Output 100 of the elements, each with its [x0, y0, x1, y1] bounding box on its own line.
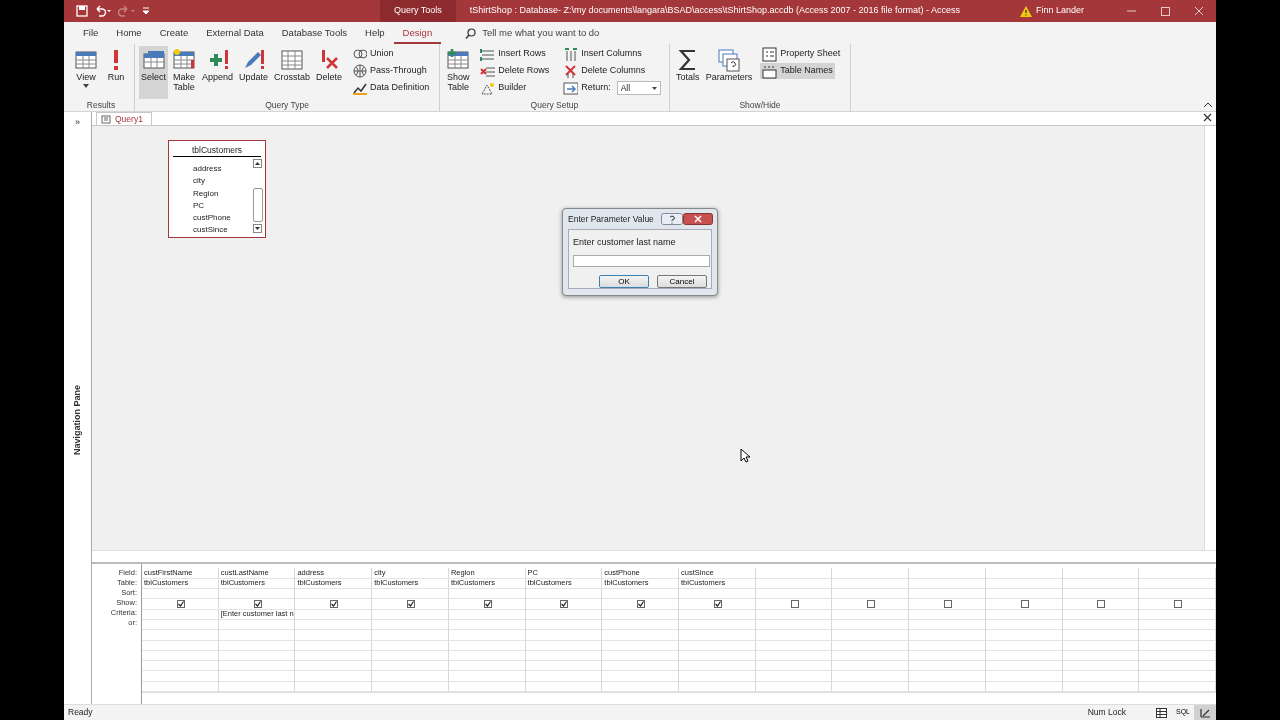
grid-cell[interactable] [909, 578, 986, 590]
grid-cell[interactable] [832, 640, 910, 651]
grid-cell[interactable] [909, 609, 986, 620]
grid-cell[interactable] [832, 589, 910, 600]
grid-cell[interactable] [295, 661, 373, 672]
grid-cell[interactable] [372, 661, 449, 672]
navigation-pane-label[interactable]: Navigation Pane [70, 384, 85, 455]
tell-me-field[interactable]: Tell me what you want to do [482, 25, 600, 41]
grid-cell[interactable] [1062, 578, 1140, 590]
show-checkbox[interactable] [1020, 599, 1029, 608]
show-checkbox[interactable] [790, 599, 799, 608]
grid-cell[interactable] [295, 630, 373, 641]
warning-icon[interactable] [1019, 5, 1032, 17]
scroll-thumb[interactable] [253, 188, 263, 222]
grid-cell[interactable] [602, 671, 680, 682]
show-checkbox[interactable] [560, 599, 569, 608]
expand-button[interactable]: » [75, 116, 80, 130]
grid-cell[interactable] [909, 568, 986, 579]
grid-cell[interactable] [372, 671, 449, 682]
ribbon-button[interactable]: Table Names [760, 63, 835, 79]
document-tab[interactable]: Query1 [96, 112, 152, 125]
grid-cell[interactable] [448, 630, 526, 641]
field-item[interactable]: Region [193, 187, 251, 200]
field-item[interactable]: custPhone [193, 212, 251, 225]
grid-cell[interactable] [142, 609, 219, 620]
grid-cell[interactable] [985, 661, 1063, 672]
show-checkbox[interactable] [407, 599, 415, 608]
show-checkbox[interactable] [713, 599, 722, 608]
grid-cell[interactable] [1139, 661, 1216, 672]
grid-cell[interactable] [448, 609, 526, 620]
ribbon-button[interactable]: Run [102, 46, 130, 99]
grid-cell[interactable] [448, 650, 526, 662]
grid-cell[interactable] [218, 640, 296, 651]
grid-cell[interactable] [525, 609, 603, 620]
show-checkbox[interactable] [867, 599, 876, 608]
grid-cell[interactable] [909, 619, 986, 631]
grid-cell[interactable] [985, 609, 1063, 620]
grid-cell[interactable] [1139, 568, 1216, 579]
grid-cell[interactable] [142, 671, 219, 682]
ribbon-button[interactable]: Data Definition [350, 80, 432, 96]
grid-cell[interactable] [1062, 630, 1140, 641]
close-icon[interactable] [1203, 113, 1212, 122]
grid-cell[interactable] [985, 619, 1063, 631]
collapse-ribbon-icon[interactable] [1204, 102, 1212, 107]
grid-cell[interactable] [525, 671, 603, 682]
grid-cell[interactable] [985, 578, 1063, 590]
customize-caret-icon[interactable] [142, 6, 150, 16]
ribbon-tab[interactable]: Help [356, 22, 394, 44]
search-icon[interactable] [465, 27, 477, 39]
grid-cell[interactable] [909, 630, 986, 641]
grid-cell[interactable] [832, 630, 910, 641]
grid-cell[interactable] [909, 671, 986, 682]
cancel-button[interactable]: Cancel [657, 275, 707, 288]
grid-cell[interactable] [985, 650, 1063, 662]
grid-cell[interactable] [832, 619, 910, 631]
ribbon-tab[interactable]: File [74, 22, 108, 44]
grid-cell[interactable] [1139, 630, 1216, 641]
grid-cell[interactable] [985, 630, 1063, 641]
grid-cell[interactable] [602, 630, 680, 641]
grid-cell[interactable] [142, 619, 219, 631]
grid-cell[interactable] [1139, 619, 1216, 631]
grid-cell[interactable] [755, 568, 833, 579]
grid-cell[interactable] [1062, 619, 1140, 631]
field-item[interactable]: city [193, 175, 251, 188]
ribbon-button[interactable]: Delete [314, 46, 345, 99]
grid-cell[interactable] [448, 640, 526, 651]
ribbon-button[interactable]: Insert Rows [478, 46, 548, 62]
grid-cell[interactable] [1062, 671, 1140, 682]
grid-cell[interactable] [1139, 650, 1216, 662]
ribbon-button[interactable]: Builder [478, 80, 529, 96]
show-checkbox[interactable] [944, 599, 953, 608]
grid-cell[interactable] [602, 640, 680, 651]
grid-cell[interactable] [832, 609, 910, 620]
save-icon[interactable] [76, 5, 88, 17]
grid-cell[interactable] [1139, 609, 1216, 620]
grid-cell[interactable] [832, 578, 910, 590]
field-item[interactable]: PC [193, 199, 251, 213]
grid-cell[interactable] [525, 661, 603, 672]
grid-cell[interactable] [755, 630, 833, 641]
show-checkbox[interactable] [330, 599, 339, 608]
grid-cell[interactable] [525, 640, 603, 651]
show-checkbox[interactable] [637, 599, 646, 608]
grid-cell[interactable] [602, 609, 680, 620]
grid-cell[interactable] [755, 609, 833, 620]
grid-cell[interactable] [755, 619, 833, 631]
grid-cell[interactable] [1139, 671, 1216, 682]
grid-cell[interactable] [142, 589, 219, 600]
ribbon-button[interactable]: Parameters [703, 46, 755, 99]
grid-cell[interactable] [295, 640, 373, 651]
restore-icon[interactable] [1159, 5, 1171, 17]
grid-cell[interactable] [525, 630, 603, 641]
ribbon-button[interactable]: Return: [561, 80, 613, 96]
grid-cell[interactable] [372, 640, 449, 651]
grid-cell[interactable] [295, 671, 373, 682]
grid-cell[interactable] [295, 619, 373, 631]
grid-cell[interactable] [142, 630, 219, 641]
undo-icon[interactable] [94, 5, 112, 17]
grid-cell[interactable] [372, 630, 449, 641]
grid-cell[interactable] [679, 630, 756, 641]
grid-cell[interactable] [1139, 589, 1216, 600]
